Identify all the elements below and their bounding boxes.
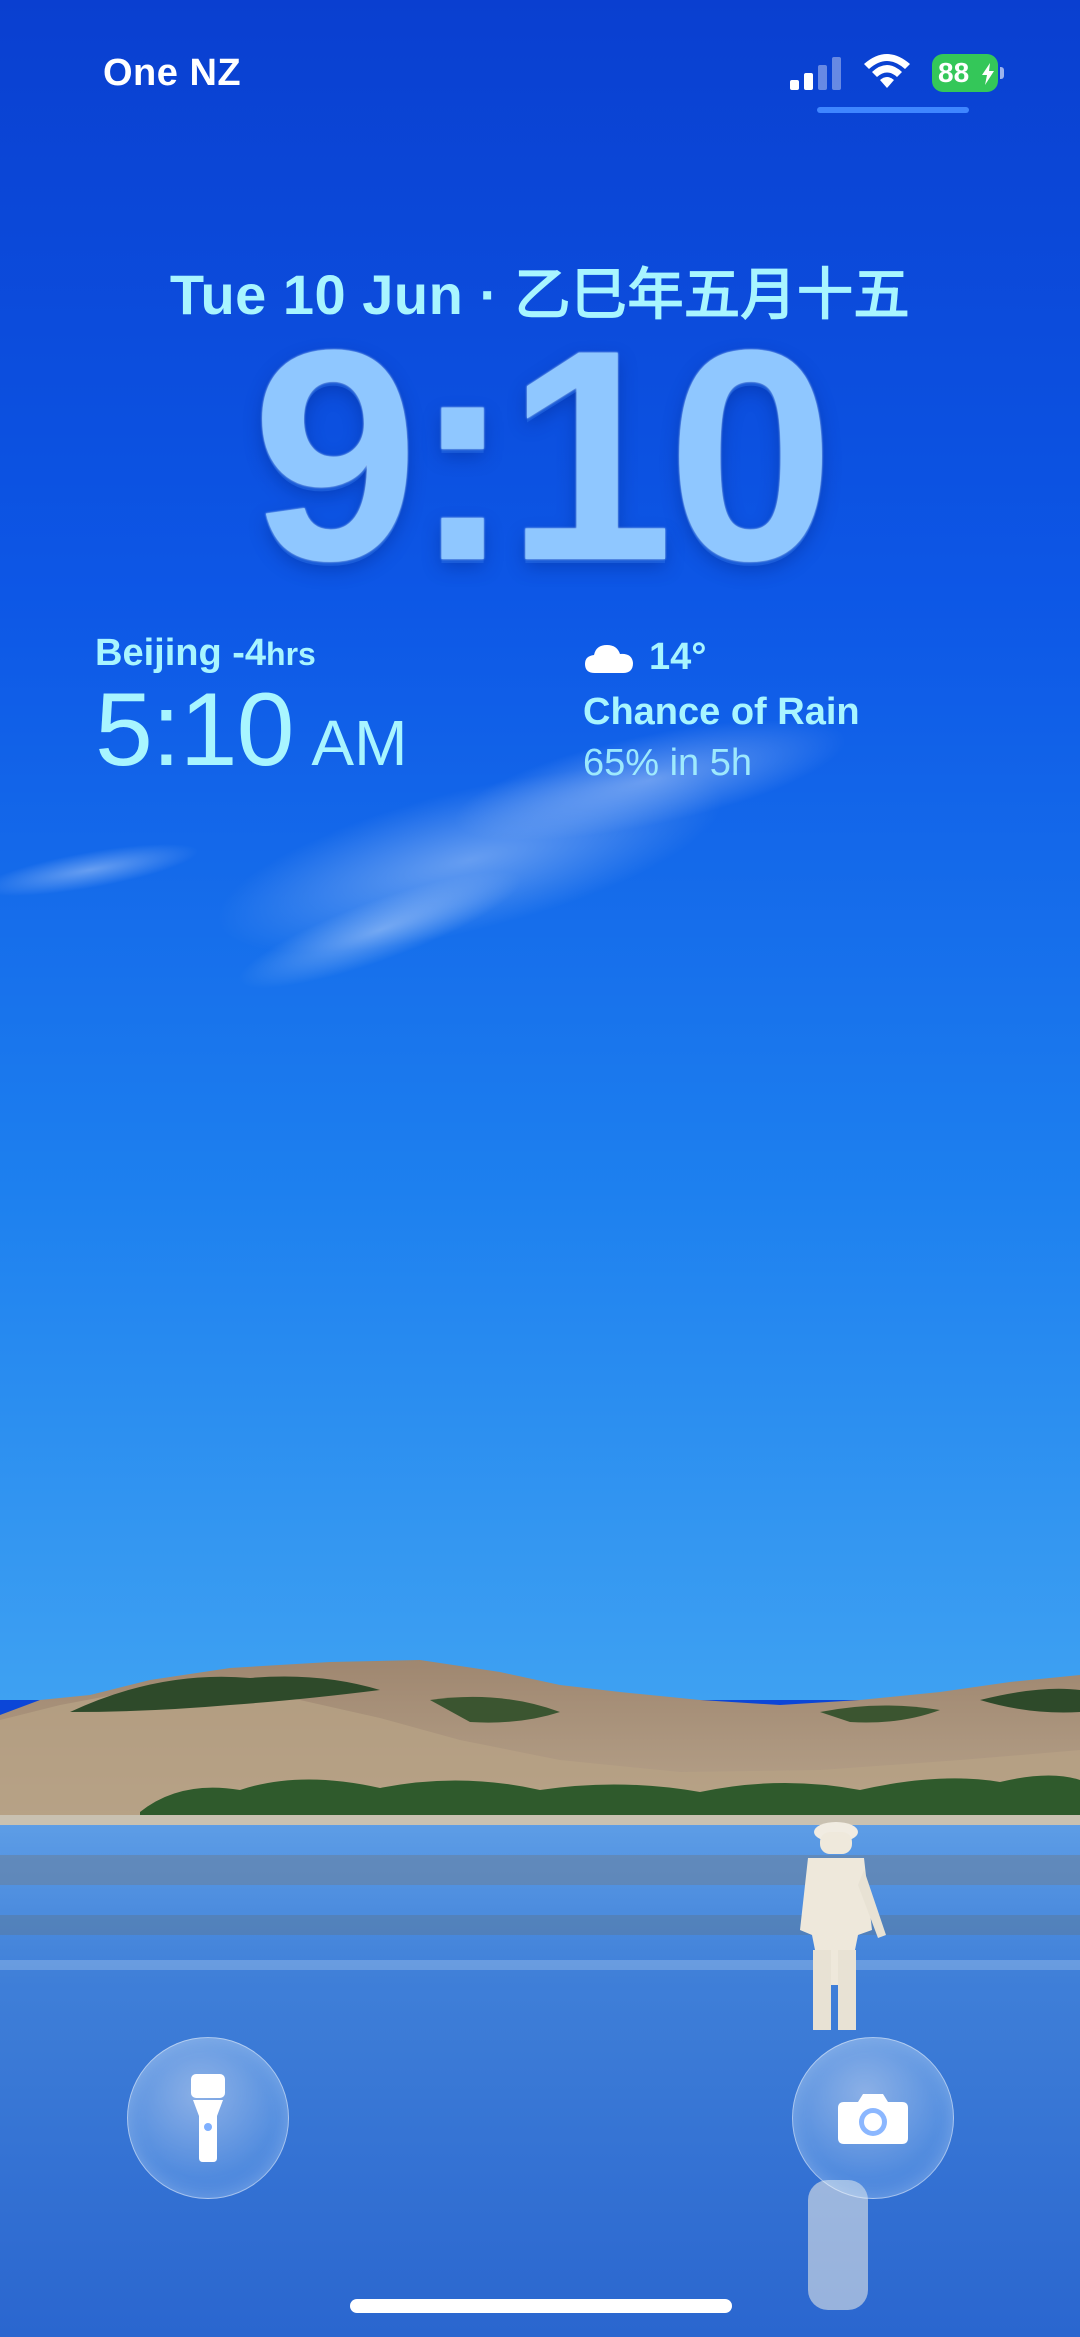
world-clock-header: Beijing -4hrs xyxy=(95,632,407,675)
camera-button[interactable] xyxy=(792,2037,954,2199)
weather-header: 14° xyxy=(583,636,860,679)
battery-indicator: 88 xyxy=(932,54,1004,94)
weather-detail: 65% in 5h xyxy=(583,742,753,784)
home-indicator[interactable] xyxy=(350,2299,732,2313)
camera-icon xyxy=(838,2094,908,2144)
charging-bolt-icon xyxy=(982,63,994,85)
carrier-name: One NZ xyxy=(103,52,242,94)
world-clock-city: Beijing xyxy=(95,632,222,674)
wifi-icon xyxy=(864,54,910,88)
world-clock-ampm: AM xyxy=(311,707,408,779)
world-clock-offset-unit: hrs xyxy=(266,636,316,672)
battery-cap xyxy=(1000,67,1004,79)
flashlight-button[interactable] xyxy=(127,2037,289,2199)
cellular-signal-icon xyxy=(790,57,841,90)
cloud-icon xyxy=(585,644,633,673)
battery-percent: 88 xyxy=(938,57,970,88)
status-bar: One NZ 88 xyxy=(0,0,1080,130)
flashlight-icon xyxy=(191,2074,225,2162)
world-clock-time: 5:10 xyxy=(95,672,294,788)
world-clock-widget[interactable]: Beijing -4hrs 5:10 AM xyxy=(95,632,407,790)
weather-widget[interactable]: 14° Chance of Rain 65% in 5h xyxy=(583,636,860,785)
weather-condition: Chance of Rain xyxy=(583,691,860,733)
focus-indicator xyxy=(817,107,969,113)
world-clock-time-row: 5:10 AM xyxy=(95,671,407,790)
lock-screen-clock: 9:10 xyxy=(251,287,834,623)
world-clock-offset: -4 xyxy=(221,632,267,674)
weather-temperature: 14° xyxy=(649,636,707,678)
